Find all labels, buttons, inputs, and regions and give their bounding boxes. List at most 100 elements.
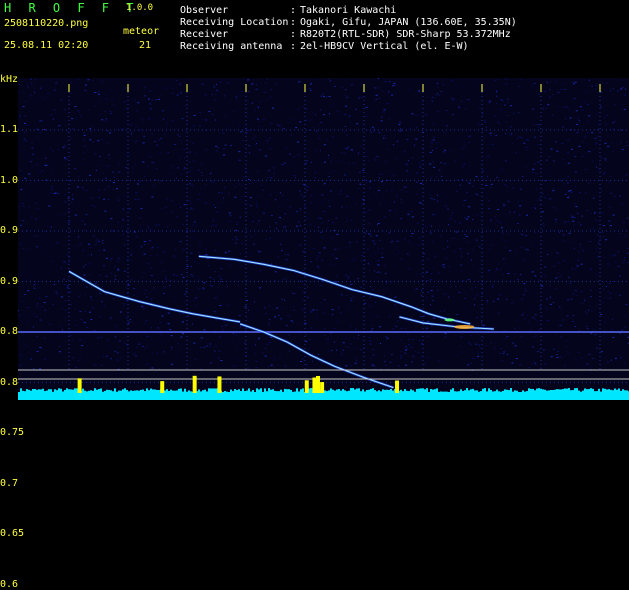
noise-speck <box>388 91 390 92</box>
noise-speck <box>529 309 530 310</box>
noise-speck <box>239 184 241 185</box>
noise-speck <box>317 319 318 320</box>
noise-speck <box>31 95 33 96</box>
noise-speck <box>269 342 271 343</box>
noise-speck <box>416 182 417 183</box>
noise-speck <box>332 264 333 265</box>
noise-speck <box>332 104 333 105</box>
noise-speck <box>360 287 362 288</box>
noise-speck <box>303 184 305 185</box>
noise-speck <box>249 152 250 153</box>
noise-speck <box>527 150 529 151</box>
noise-speck <box>611 143 612 144</box>
noise-speck <box>189 152 190 153</box>
noise-speck <box>195 305 197 306</box>
info-colon: : <box>290 41 296 53</box>
noise-speck <box>405 285 406 286</box>
noise-speck <box>383 265 385 266</box>
noise-speck <box>352 151 353 152</box>
noise-speck <box>408 344 410 345</box>
noise-speck <box>407 254 408 255</box>
noise-speck <box>432 296 434 297</box>
noise-speck <box>285 182 286 183</box>
histogram-bar <box>574 388 576 393</box>
noise-speck <box>60 327 61 328</box>
noise-speck <box>33 235 35 236</box>
noise-speck <box>451 81 453 82</box>
noise-speck <box>496 92 498 93</box>
noise-speck <box>549 156 550 157</box>
noise-speck <box>283 279 285 280</box>
noise-speck <box>203 119 204 120</box>
noise-speck <box>237 333 238 334</box>
noise-speck <box>592 86 593 87</box>
noise-speck <box>75 168 76 169</box>
histogram-bar <box>510 388 512 393</box>
noise-speck <box>537 144 539 145</box>
noise-speck <box>56 294 58 295</box>
noise-speck <box>369 210 370 211</box>
noise-speck <box>256 143 257 144</box>
noise-speck <box>218 358 220 359</box>
noise-speck <box>346 206 347 207</box>
noise-speck <box>502 360 503 361</box>
noise-speck <box>206 311 207 312</box>
noise-speck <box>625 236 626 237</box>
noise-speck <box>191 266 192 267</box>
histogram-bar <box>380 391 382 393</box>
histogram-bar <box>88 391 90 393</box>
noise-speck <box>380 343 381 344</box>
noise-speck <box>335 249 337 250</box>
noise-speck <box>388 82 389 83</box>
noise-speck <box>446 110 448 111</box>
noise-speck <box>337 111 339 112</box>
noise-speck <box>235 349 236 350</box>
noise-speck <box>594 138 596 139</box>
noise-speck <box>621 204 622 205</box>
noise-speck <box>580 106 582 107</box>
noise-speck <box>461 137 462 138</box>
histogram-bar <box>470 389 472 393</box>
noise-speck <box>295 214 296 215</box>
noise-speck <box>614 117 615 118</box>
noise-speck <box>251 236 253 237</box>
noise-speck <box>258 107 259 108</box>
noise-speck <box>511 133 512 134</box>
noise-speck <box>141 128 142 129</box>
noise-speck <box>388 149 389 150</box>
noise-speck <box>356 360 357 361</box>
noise-speck <box>597 348 598 349</box>
noise-speck <box>298 222 299 223</box>
noise-speck <box>358 335 359 336</box>
histogram-bar <box>604 389 606 393</box>
noise-speck <box>217 92 218 93</box>
noise-speck <box>91 198 93 199</box>
noise-speck <box>378 78 379 79</box>
noise-speck <box>483 337 484 338</box>
noise-speck <box>369 188 371 189</box>
noise-speck <box>117 270 119 271</box>
noise-speck <box>51 186 53 187</box>
noise-speck <box>445 163 446 164</box>
noise-speck <box>135 142 137 143</box>
noise-speck <box>444 150 446 151</box>
histogram-bar <box>144 391 146 393</box>
noise-speck <box>84 311 86 312</box>
noise-speck <box>345 338 346 339</box>
noise-speck <box>94 106 96 107</box>
histogram-bar <box>234 389 236 393</box>
noise-speck <box>605 239 607 240</box>
noise-speck <box>183 277 185 278</box>
noise-speck <box>92 80 94 81</box>
noise-speck <box>28 87 29 88</box>
noise-speck <box>469 142 470 143</box>
noise-speck <box>82 250 84 251</box>
noise-speck <box>522 176 523 177</box>
noise-speck <box>33 288 35 289</box>
noise-speck <box>45 248 46 249</box>
noise-speck <box>509 79 510 80</box>
noise-speck <box>307 286 308 287</box>
noise-speck <box>199 112 201 113</box>
noise-speck <box>395 325 396 326</box>
noise-speck <box>138 344 140 345</box>
